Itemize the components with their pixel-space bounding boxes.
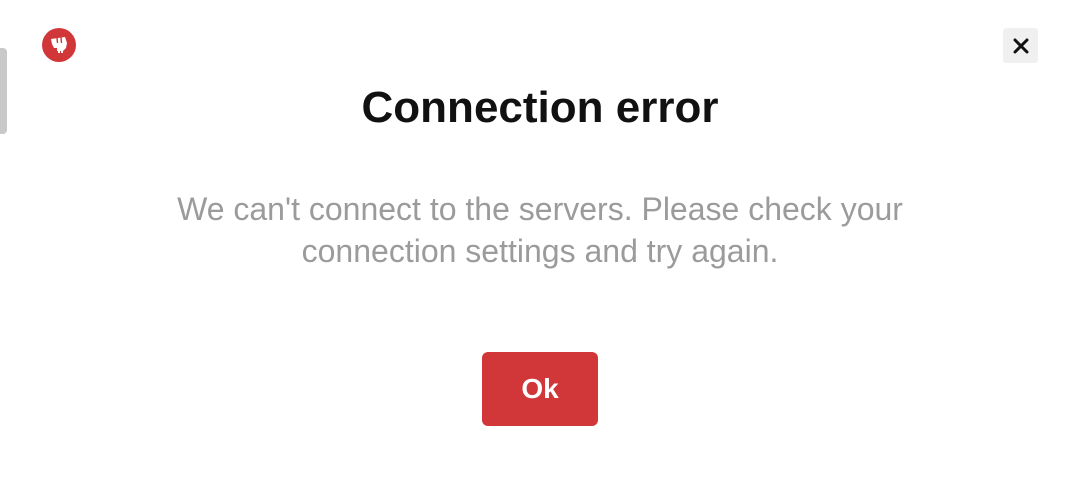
connection-error-dialog: Connection error We can't connect to the… <box>0 0 1080 486</box>
ok-button[interactable]: Ok <box>482 352 598 426</box>
dialog-message: We can't connect to the servers. Please … <box>177 191 903 269</box>
dialog-title: Connection error <box>361 83 719 132</box>
close-icon <box>1013 38 1028 53</box>
close-button[interactable] <box>1003 28 1038 63</box>
riot-fist-logo-icon <box>42 28 76 62</box>
